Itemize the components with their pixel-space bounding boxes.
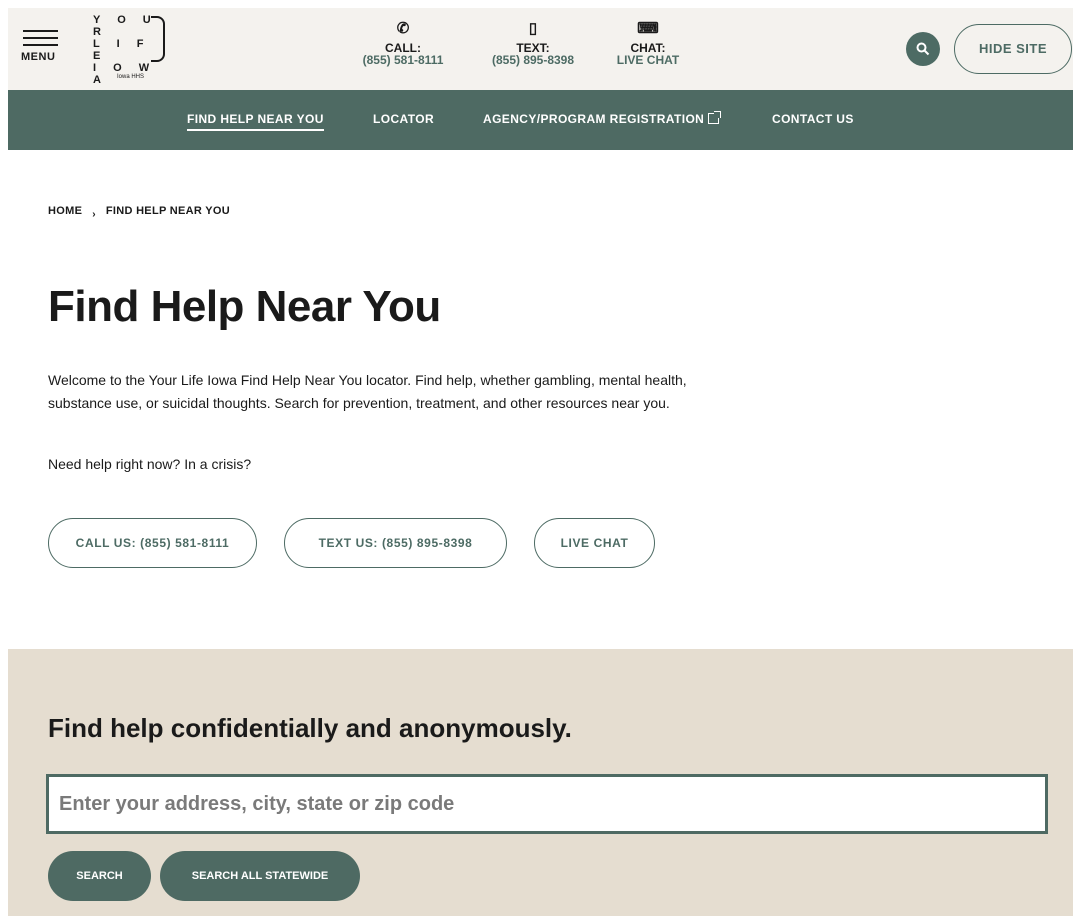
page-title: Find Help Near You — [48, 282, 441, 331]
nav-agency-registration[interactable]: AGENCY/PROGRAM REGISTRATION — [483, 111, 722, 126]
call-number: (855) 581-8111 — [362, 53, 444, 67]
header-text[interactable]: ▯ TEXT: (855) 895-8398 — [478, 20, 588, 66]
site-header: MENU Y O U R L I F E I O W A Iowa HHS ✆ … — [8, 8, 1073, 90]
call-us-button[interactable]: CALL US: (855) 581-8111 — [48, 518, 257, 568]
chevron-right-icon: › — [92, 209, 96, 220]
crisis-prompt: Need help right now? In a crisis? — [48, 456, 252, 472]
external-link-icon — [708, 111, 722, 124]
hide-site-button[interactable]: HIDE SITE — [954, 24, 1072, 74]
breadcrumb-current: FIND HELP NEAR YOU — [105, 205, 231, 217]
keyboard-icon: ⌨ — [637, 20, 659, 37]
text-number: (855) 895-8398 — [491, 53, 575, 67]
search-heading: Find help confidentially and anonymously… — [48, 713, 572, 743]
search-icon — [916, 42, 930, 56]
breadcrumb: HOME › FIND HELP NEAR YOU — [48, 205, 231, 220]
phone-icon: ✆ — [396, 20, 410, 37]
mobile-icon: ▯ — [528, 20, 538, 37]
header-call[interactable]: ✆ CALL: (855) 581-8111 — [358, 20, 448, 66]
nav-find-help[interactable]: FIND HELP NEAR YOU — [187, 112, 324, 131]
search-section: Find help confidentially and anonymously… — [8, 649, 1073, 916]
menu-label: MENU — [21, 51, 56, 63]
chat-link: LIVE CHAT — [616, 53, 680, 67]
logo-subtitle: Iowa HHS — [117, 74, 145, 80]
nav-agency-label: AGENCY/PROGRAM REGISTRATION — [483, 112, 705, 126]
live-chat-button[interactable]: LIVE CHAT — [534, 518, 655, 568]
breadcrumb-home[interactable]: HOME — [48, 205, 82, 217]
main-nav: FIND HELP NEAR YOU LOCATOR AGENCY/PROGRA… — [8, 90, 1073, 150]
address-search-input[interactable] — [46, 774, 1048, 834]
search-button[interactable]: SEARCH — [48, 851, 151, 901]
page: MENU Y O U R L I F E I O W A Iowa HHS ✆ … — [0, 0, 1073, 916]
header-search-button[interactable] — [906, 32, 940, 66]
logo-bracket — [151, 16, 165, 62]
nav-locator[interactable]: LOCATOR — [373, 112, 434, 126]
menu-button[interactable]: MENU — [21, 30, 61, 63]
site-logo[interactable]: Y O U R L I F E I O W A Iowa HHS — [93, 14, 173, 86]
intro-text: Welcome to the Your Life Iowa Find Help … — [48, 372, 687, 411]
nav-contact-us[interactable]: CONTACT US — [772, 112, 854, 126]
header-chat[interactable]: ⌨ CHAT: LIVE CHAT — [608, 20, 688, 66]
text-us-button[interactable]: TEXT US: (855) 895-8398 — [284, 518, 507, 568]
search-statewide-button[interactable]: SEARCH ALL STATEWIDE — [160, 851, 360, 901]
hamburger-icon — [21, 30, 61, 46]
